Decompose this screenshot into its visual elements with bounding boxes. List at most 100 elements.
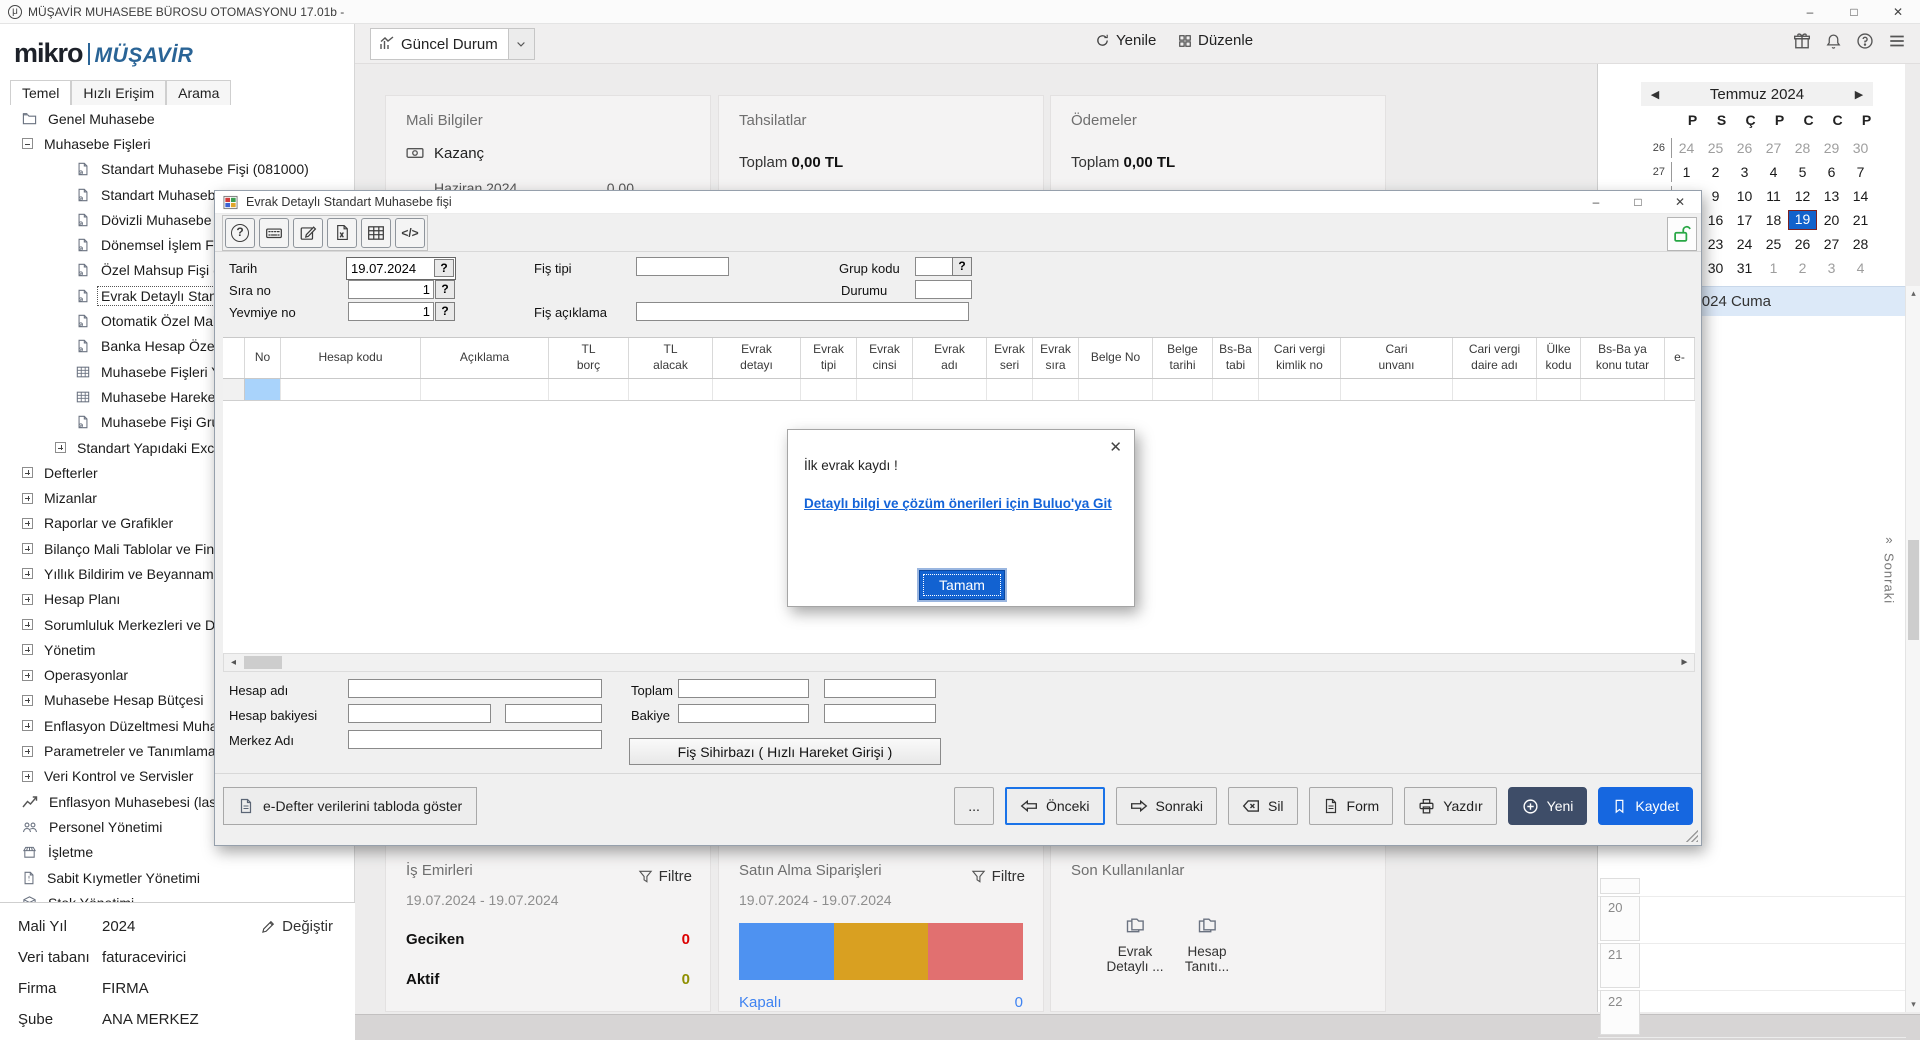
calendar-day[interactable]: 2 bbox=[1701, 162, 1730, 182]
popup-ok-button[interactable]: Tamam bbox=[919, 570, 1005, 600]
kapali-row[interactable]: Kapalı 0 bbox=[739, 994, 1023, 1011]
agenda-hour-cell[interactable]: 21 bbox=[1600, 943, 1640, 988]
grid-cell[interactable] bbox=[629, 379, 713, 400]
grid-cell[interactable] bbox=[713, 379, 801, 400]
maximize-icon[interactable]: □ bbox=[1832, 0, 1876, 24]
calendar-day[interactable]: 21 bbox=[1846, 210, 1875, 230]
calendar-day[interactable]: 18 bbox=[1759, 210, 1788, 230]
calendar-day[interactable]: 30 bbox=[1701, 258, 1730, 278]
grid-cell[interactable] bbox=[1213, 379, 1259, 400]
help-button[interactable]: ? bbox=[225, 218, 255, 248]
agenda-scrollbar[interactable]: ▴ ▾ bbox=[1905, 286, 1920, 1012]
fis-aciklama-input[interactable] bbox=[636, 302, 969, 321]
dialog-close-icon[interactable]: ✕ bbox=[1659, 191, 1701, 214]
toplam-input1[interactable] bbox=[678, 679, 809, 698]
fis-tipi-input[interactable] bbox=[636, 257, 729, 276]
lock-icon[interactable] bbox=[1667, 217, 1697, 251]
column-header-evrak-sıra[interactable]: Evrak sıra bbox=[1033, 338, 1079, 378]
collapse-icon[interactable] bbox=[22, 138, 33, 149]
calendar-day[interactable]: 3 bbox=[1817, 258, 1846, 278]
column-header-açıklama[interactable]: Açıklama bbox=[421, 338, 549, 378]
expand-icon[interactable] bbox=[22, 771, 33, 782]
save-button[interactable]: Kaydet bbox=[1598, 787, 1693, 825]
expand-icon[interactable] bbox=[22, 493, 33, 504]
calendar-day[interactable]: 9 bbox=[1701, 186, 1730, 206]
calendar-day[interactable]: 24 bbox=[1730, 234, 1759, 254]
expand-icon[interactable] bbox=[22, 746, 33, 757]
column-header-evrak-tipi[interactable]: Evrak tipi bbox=[801, 338, 857, 378]
close-icon[interactable]: ✕ bbox=[1876, 0, 1920, 24]
delete-button[interactable]: Sil bbox=[1228, 787, 1298, 825]
calendar-day[interactable]: 12 bbox=[1788, 186, 1817, 206]
calendar-day[interactable]: 23 bbox=[1701, 234, 1730, 254]
grid-cell[interactable] bbox=[223, 379, 245, 400]
column-header-tl-alacak[interactable]: TL alacak bbox=[629, 338, 713, 378]
column-header-evrak-cinsi[interactable]: Evrak cinsi bbox=[857, 338, 913, 378]
scroll-up-icon[interactable]: ▴ bbox=[1906, 288, 1920, 299]
expand-icon[interactable] bbox=[22, 670, 33, 681]
xml-code-button[interactable]: </> bbox=[395, 218, 425, 248]
grid-cell[interactable] bbox=[857, 379, 913, 400]
grid-cell[interactable] bbox=[1079, 379, 1153, 400]
calendar-day[interactable]: 3 bbox=[1730, 162, 1759, 182]
yevmiye-input[interactable] bbox=[348, 302, 434, 321]
calendar-day[interactable]: 27 bbox=[1817, 234, 1846, 254]
hesap-bakiyesi-input1[interactable] bbox=[348, 704, 491, 723]
excel-export-button[interactable] bbox=[327, 218, 357, 248]
new-button[interactable]: Yeni bbox=[1508, 787, 1588, 825]
minimize-icon[interactable]: – bbox=[1788, 0, 1832, 24]
hscrollbar-thumb[interactable] bbox=[244, 656, 282, 669]
grup-kodu-input[interactable] bbox=[915, 257, 953, 276]
filter-button[interactable]: Filtre bbox=[971, 868, 1025, 885]
grid-cell[interactable] bbox=[1341, 379, 1453, 400]
bakiye-input2[interactable] bbox=[824, 704, 936, 723]
sira-lookup-button[interactable]: ? bbox=[435, 280, 455, 299]
prev-button[interactable]: Önceki bbox=[1005, 787, 1105, 825]
tab-temel[interactable]: Temel bbox=[10, 80, 71, 105]
expand-icon[interactable] bbox=[22, 695, 33, 706]
scrollbar-thumb[interactable] bbox=[1908, 540, 1919, 640]
sidebar-item[interactable]: Standart Muhasebe Fişi (081000) bbox=[0, 157, 355, 182]
calendar-day[interactable]: 10 bbox=[1730, 186, 1759, 206]
bakiye-input1[interactable] bbox=[678, 704, 809, 723]
calendar-day[interactable]: 25 bbox=[1701, 138, 1730, 158]
change-year-button[interactable]: Değiştir bbox=[261, 918, 333, 935]
tarih-lookup-button[interactable]: ? bbox=[434, 259, 454, 277]
expand-icon[interactable] bbox=[22, 568, 33, 579]
column-header-e-[interactable]: e- bbox=[1665, 338, 1695, 378]
column-header-evrak-adı[interactable]: Evrak adı bbox=[913, 338, 987, 378]
fis-sihirbazi-button[interactable]: Fiş Sihirbazı ( Hızlı Hareket Girişi ) bbox=[629, 738, 941, 765]
calendar-day[interactable]: 5 bbox=[1788, 162, 1817, 182]
hesap-bakiyesi-input2[interactable] bbox=[505, 704, 602, 723]
edit-layout-button[interactable]: Düzenle bbox=[1178, 32, 1253, 49]
grid-cell[interactable] bbox=[1537, 379, 1581, 400]
grid-cell[interactable] bbox=[801, 379, 857, 400]
calendar-day[interactable]: 27 bbox=[1759, 138, 1788, 158]
grid-cell[interactable] bbox=[281, 379, 421, 400]
expand-icon[interactable] bbox=[22, 518, 33, 529]
chevron-down-icon[interactable] bbox=[508, 29, 534, 59]
filter-button[interactable]: Filtre bbox=[638, 868, 692, 885]
calendar-day[interactable]: 1 bbox=[1672, 162, 1701, 182]
column-header-hesap-kodu[interactable]: Hesap kodu bbox=[281, 338, 421, 378]
calendar-day[interactable]: 4 bbox=[1846, 258, 1875, 278]
grid-cell[interactable] bbox=[1259, 379, 1341, 400]
scroll-down-icon[interactable]: ▾ bbox=[1906, 999, 1920, 1010]
column-header-cari-vergi-daire-adı[interactable]: Cari vergi daire adı bbox=[1453, 338, 1537, 378]
calendar-day[interactable]: 26 bbox=[1788, 234, 1817, 254]
calendar-day[interactable]: 24 bbox=[1672, 138, 1701, 158]
popup-help-link[interactable]: Detaylı bilgi ve çözüm önerileri için Bu… bbox=[804, 496, 1112, 511]
column-header-evrak-detayı[interactable]: Evrak detayı bbox=[713, 338, 801, 378]
expand-icon[interactable] bbox=[22, 594, 33, 605]
selected-cell[interactable] bbox=[245, 379, 281, 400]
grup-kodu-lookup-button[interactable]: ? bbox=[952, 257, 972, 276]
calendar-day[interactable]: 13 bbox=[1817, 186, 1846, 206]
grid-cell[interactable] bbox=[1153, 379, 1213, 400]
calendar-day[interactable]: 6 bbox=[1817, 162, 1846, 182]
column-header-belge-tarihi[interactable]: Belge tarihi bbox=[1153, 338, 1213, 378]
column-header-ülke-kodu[interactable]: Ülke kodu bbox=[1537, 338, 1581, 378]
expand-icon[interactable] bbox=[55, 442, 66, 453]
keyboard-button[interactable] bbox=[259, 218, 289, 248]
form-button[interactable]: Form bbox=[1309, 787, 1394, 825]
column-header-bs-ba-tabi[interactable]: Bs-Ba tabi bbox=[1213, 338, 1259, 378]
